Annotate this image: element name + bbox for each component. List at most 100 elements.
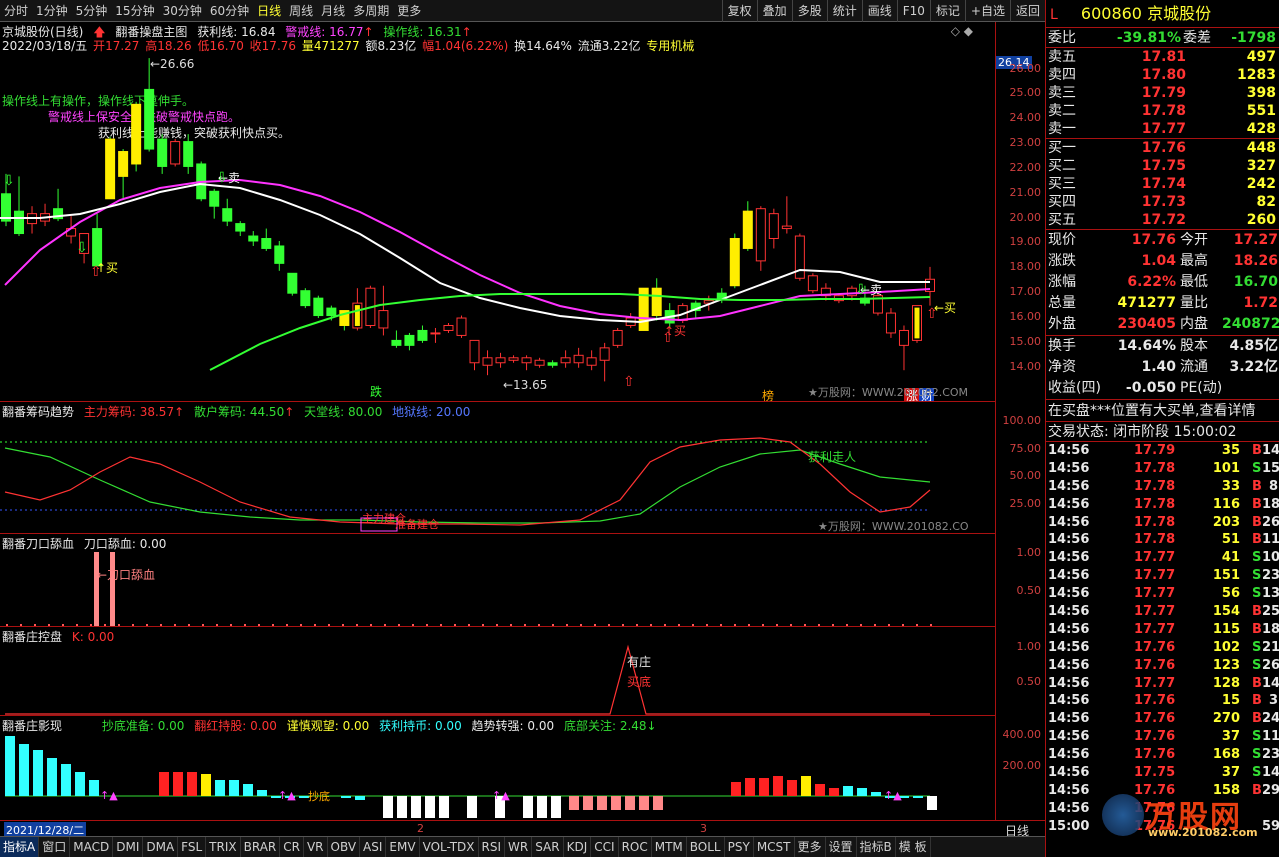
- blade-dot: [300, 624, 302, 626]
- toolbar-button[interactable]: 标记: [929, 0, 965, 22]
- indicator-tab[interactable]: OBV: [328, 837, 361, 857]
- indicator-tab[interactable]: WR: [505, 837, 533, 857]
- candle: [898, 325, 909, 371]
- blade-dot: [244, 624, 246, 626]
- indicator-tab[interactable]: CR: [280, 837, 304, 857]
- shadow-bar: [731, 782, 741, 796]
- indicator-tab[interactable]: EMV: [386, 837, 420, 857]
- indicator-tab[interactable]: FSL: [178, 837, 207, 857]
- timeframe-tab[interactable]: 周线: [285, 0, 317, 22]
- axis-tick-label: 16.00: [1009, 310, 1042, 323]
- zhuang-text-1: 有庄: [627, 655, 652, 669]
- timeframe-tab[interactable]: 多周期: [349, 0, 393, 22]
- chip-watermark: ★万股网：WWW.201082.CO: [818, 520, 969, 533]
- timeframe-tab[interactable]: 分时: [0, 0, 32, 22]
- timeframe-tab[interactable]: 1分钟: [32, 0, 72, 22]
- stat-label: 今开: [1180, 232, 1208, 248]
- stat-label: 最高: [1180, 253, 1208, 269]
- indicator-tab[interactable]: 模 板: [896, 837, 931, 857]
- indicator-tab[interactable]: 指标A: [0, 837, 40, 857]
- candle: [131, 101, 142, 172]
- tick-row: 14:56 17.76 270 B 24: [1046, 710, 1279, 728]
- indicator-tab[interactable]: TRIX: [206, 837, 241, 857]
- notice[interactable]: 在买盘***位置有大买单,查看详情: [1046, 400, 1279, 422]
- timeframe-tab[interactable]: 5分钟: [72, 0, 112, 22]
- indicator-tab[interactable]: MTM: [652, 837, 687, 857]
- up-arrow-icon: ⇧: [90, 264, 102, 280]
- main-chart-panel[interactable]: 京城股份(日线) 🡅 翻番操盘主图 获利线: 16.84 警戒线: 16.77↑…: [0, 22, 995, 402]
- timeframe-tab[interactable]: 更多: [393, 0, 425, 22]
- blade-dot: [678, 624, 680, 626]
- stat-row: 现价 17.76 今开 17.27: [1046, 230, 1279, 251]
- toolbar-button[interactable]: 画线: [861, 0, 897, 22]
- timeframe-tab[interactable]: 日线: [253, 0, 285, 22]
- blade-dot: [76, 624, 78, 626]
- shadow-bar: [639, 796, 649, 810]
- blade-panel[interactable]: 翻番刀口舔血 刀口舔血: 0.00 ←刀口舔血: [0, 534, 995, 627]
- indicator-tab[interactable]: KDJ: [564, 837, 592, 857]
- toolbar-button[interactable]: 统计: [826, 0, 862, 22]
- toolbar-button[interactable]: 叠加: [756, 0, 792, 22]
- candle-body: [183, 141, 194, 167]
- indicator-tab[interactable]: SAR: [532, 837, 564, 857]
- tick-price: 17.77: [1134, 550, 1176, 566]
- tick-count: 13: [1262, 586, 1279, 602]
- indicator-tab[interactable]: 指标B: [857, 837, 896, 857]
- tick-side: S: [1252, 747, 1262, 763]
- tick-side: B: [1252, 711, 1262, 727]
- indicator-tab[interactable]: 更多: [795, 837, 826, 857]
- indicator-tab[interactable]: 设置: [826, 837, 857, 857]
- tick-time: 14:56: [1048, 711, 1090, 727]
- indicator-tab[interactable]: VR: [304, 837, 328, 857]
- timeframe-tab[interactable]: 15分钟: [111, 0, 158, 22]
- indicator-tab[interactable]: MCST: [754, 837, 795, 857]
- toolbar-button[interactable]: 多股: [791, 0, 827, 22]
- indicator-tab[interactable]: BRAR: [241, 837, 281, 857]
- tick-side: S: [1252, 765, 1262, 781]
- indicator-tab[interactable]: DMA: [143, 837, 179, 857]
- toolbar-button[interactable]: 复权: [721, 0, 757, 22]
- tick-count: 24: [1262, 711, 1279, 727]
- indicator-tab[interactable]: ROC: [619, 837, 652, 857]
- candle-body: [482, 357, 493, 366]
- shadow-bar: [829, 788, 839, 796]
- tick-time: 14:56: [1048, 514, 1090, 530]
- shadow-panel[interactable]: 翻番庄影现 抄底准备: 0.00 翻红持股: 0.00 谨慎观望: 0.00 获…: [0, 716, 995, 820]
- indicator-tab[interactable]: ASI: [360, 837, 387, 857]
- indicator-tab[interactable]: BOLL: [687, 837, 725, 857]
- toolbar-button[interactable]: 返回: [1009, 0, 1045, 22]
- timeframe-tab[interactable]: 30分钟: [159, 0, 206, 22]
- tick-price: 17.75: [1134, 765, 1176, 781]
- tick-list[interactable]: 14:56 17.79 35 B 14 14:56 17.78 101 S 15 14:56 17.7…: [1046, 442, 1279, 836]
- tick-count: 15: [1262, 460, 1279, 476]
- blade-dot: [426, 624, 428, 626]
- book-price: 17.77: [1141, 121, 1186, 137]
- candle-body: [261, 238, 272, 249]
- blade-dot: [34, 624, 36, 626]
- candle-body: [209, 190, 220, 207]
- timeframe-tab[interactable]: 月线: [317, 0, 349, 22]
- candle-body: [443, 324, 454, 331]
- indicator-tab[interactable]: RSI: [479, 837, 506, 857]
- candle-body: [469, 339, 480, 364]
- zhuang-panel[interactable]: 翻番庄控盘 K: 0.00 有庄 买底: [0, 627, 995, 716]
- stats2-block: 换手 14.64% 股本 4.85亿 净资 1.40 流通 3.22亿 收益(四) -0.050 P…: [1046, 336, 1279, 400]
- down-arrow-icon: ⇩: [216, 170, 228, 186]
- candle: [378, 285, 389, 336]
- chip-panel[interactable]: 翻番筹码趋势 主力筹码: 38.57↑ 散户筹码: 44.50↑ 天堂线: 80…: [0, 402, 995, 534]
- indicator-tab[interactable]: DMI: [113, 837, 144, 857]
- candle-body: [326, 307, 337, 317]
- indicator-tab[interactable]: VOL-TDX: [420, 837, 479, 857]
- indicator-tab[interactable]: CCI: [591, 837, 619, 857]
- timeframe-tab[interactable]: 60分钟: [206, 0, 253, 22]
- tick-volume: 102: [1212, 639, 1240, 655]
- indicator-tab[interactable]: PSY: [725, 837, 754, 857]
- indicator-tab[interactable]: 窗口: [39, 837, 71, 857]
- blade-dot: [258, 624, 260, 626]
- chip-label-huoli: 获利走人: [808, 450, 857, 464]
- indicator-tab[interactable]: MACD: [70, 837, 114, 857]
- candle: [235, 221, 246, 237]
- toolbar-button[interactable]: +自选: [964, 0, 1010, 22]
- tick-row: 14:56 17.76 15 B 3: [1046, 692, 1279, 710]
- toolbar-button[interactable]: F10: [896, 0, 930, 22]
